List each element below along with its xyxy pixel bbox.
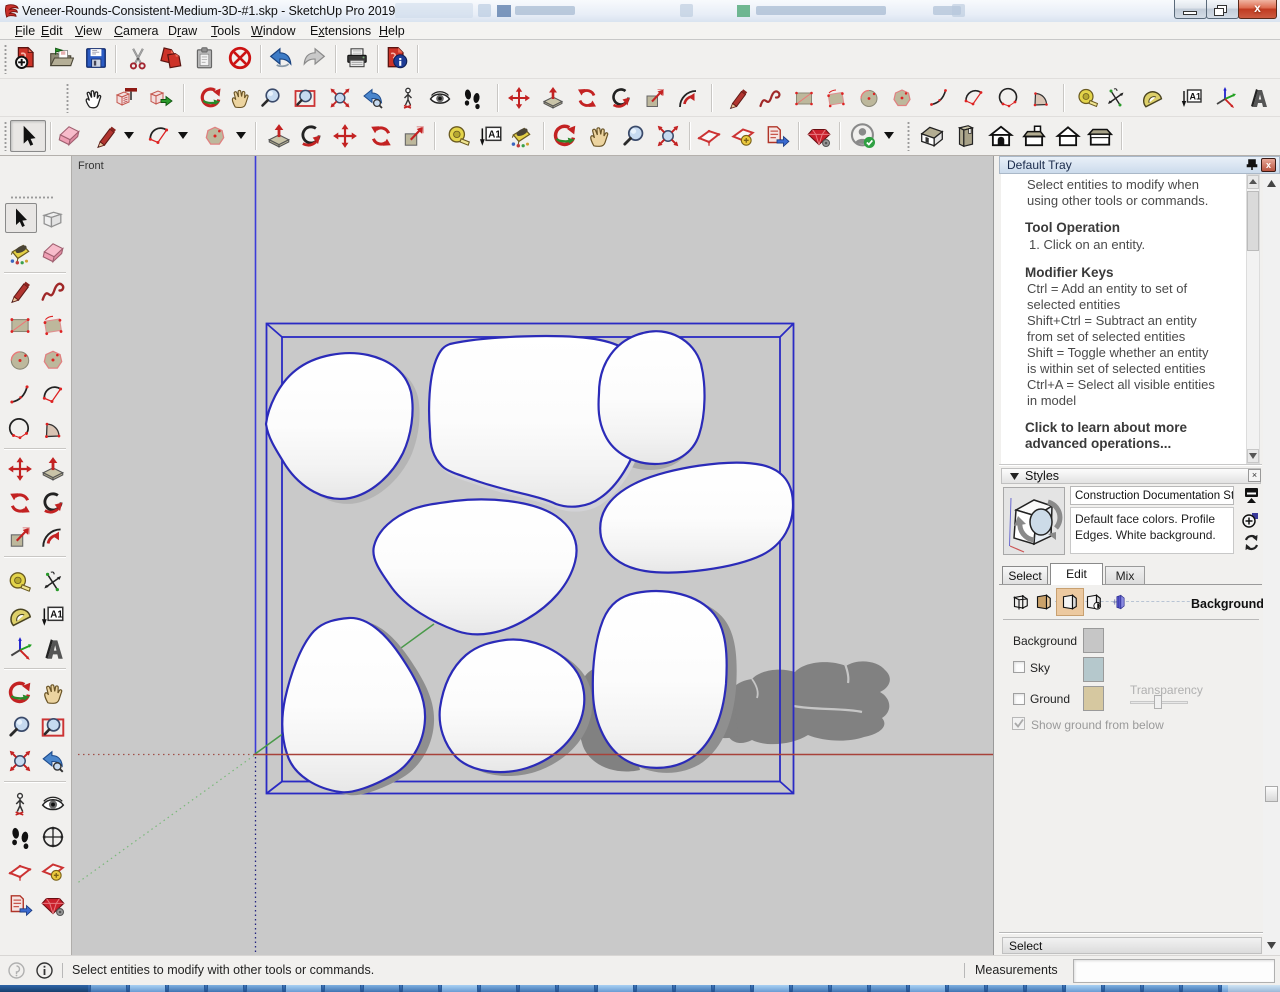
svg-text:Front: Front — [78, 160, 104, 172]
